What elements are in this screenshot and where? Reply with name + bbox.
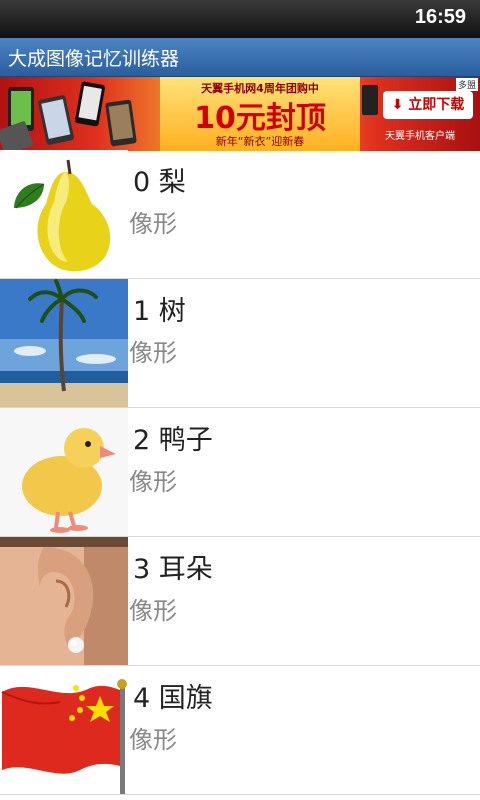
item-title: 3 耳朵 [133, 554, 213, 585]
list-item[interactable]: 1 树 像形 [0, 279, 480, 408]
status-bar: 16:59 [0, 0, 480, 38]
ad-banner[interactable]: 天翼手机网4周年团购中 10元封顶 新年“新衣”迎新春 ⬇ 立即下载 天翼手机客… [0, 77, 480, 151]
ad-tag: 多盟 [455, 78, 478, 91]
list-item[interactable]: 3 耳朵 像形 [0, 537, 480, 666]
item-title: 0 梨 [133, 167, 186, 198]
item-subtitle: 像形 [129, 339, 177, 367]
list-item[interactable]: 0 梨 像形 [0, 150, 480, 279]
ad-client-text: 天翼手机客户端 [385, 131, 455, 142]
item-title: 1 树 [133, 296, 186, 327]
ad-phones-graphic-right [362, 85, 378, 115]
item-subtitle: 像形 [129, 468, 177, 496]
list-item[interactable]: 4 国旗 像形 [0, 666, 480, 795]
palm-tree-image [0, 279, 128, 407]
item-subtitle: 像形 [129, 726, 177, 754]
item-list: 0 梨 像形 1 树 像形 2 鸭子 像形 3 耳朵 像形 4 国旗 像形 [0, 150, 480, 795]
ad-download-button[interactable]: ⬇ 立即下载 [383, 91, 473, 119]
ad-download-label: 立即下载 [408, 97, 465, 113]
flag-image [0, 666, 128, 794]
title-bar: 大成图像记忆训练器 [0, 38, 480, 77]
ad-headline: 10元封顶 [194, 101, 326, 136]
app-title: 大成图像记忆训练器 [8, 48, 180, 70]
item-subtitle: 像形 [129, 210, 177, 238]
status-time: 16:59 [414, 6, 466, 28]
item-title: 2 鸭子 [133, 425, 213, 456]
ear-image [0, 537, 128, 665]
list-item[interactable]: 2 鸭子 像形 [0, 408, 480, 537]
pear-image [0, 150, 128, 278]
duckling-image [0, 408, 128, 536]
ad-subtext: 新年“新衣”迎新春 [215, 135, 305, 148]
download-icon: ⬇ [391, 97, 404, 113]
ad-phones-graphic [0, 81, 137, 151]
item-subtitle: 像形 [129, 597, 177, 625]
item-title: 4 国旗 [133, 683, 213, 714]
